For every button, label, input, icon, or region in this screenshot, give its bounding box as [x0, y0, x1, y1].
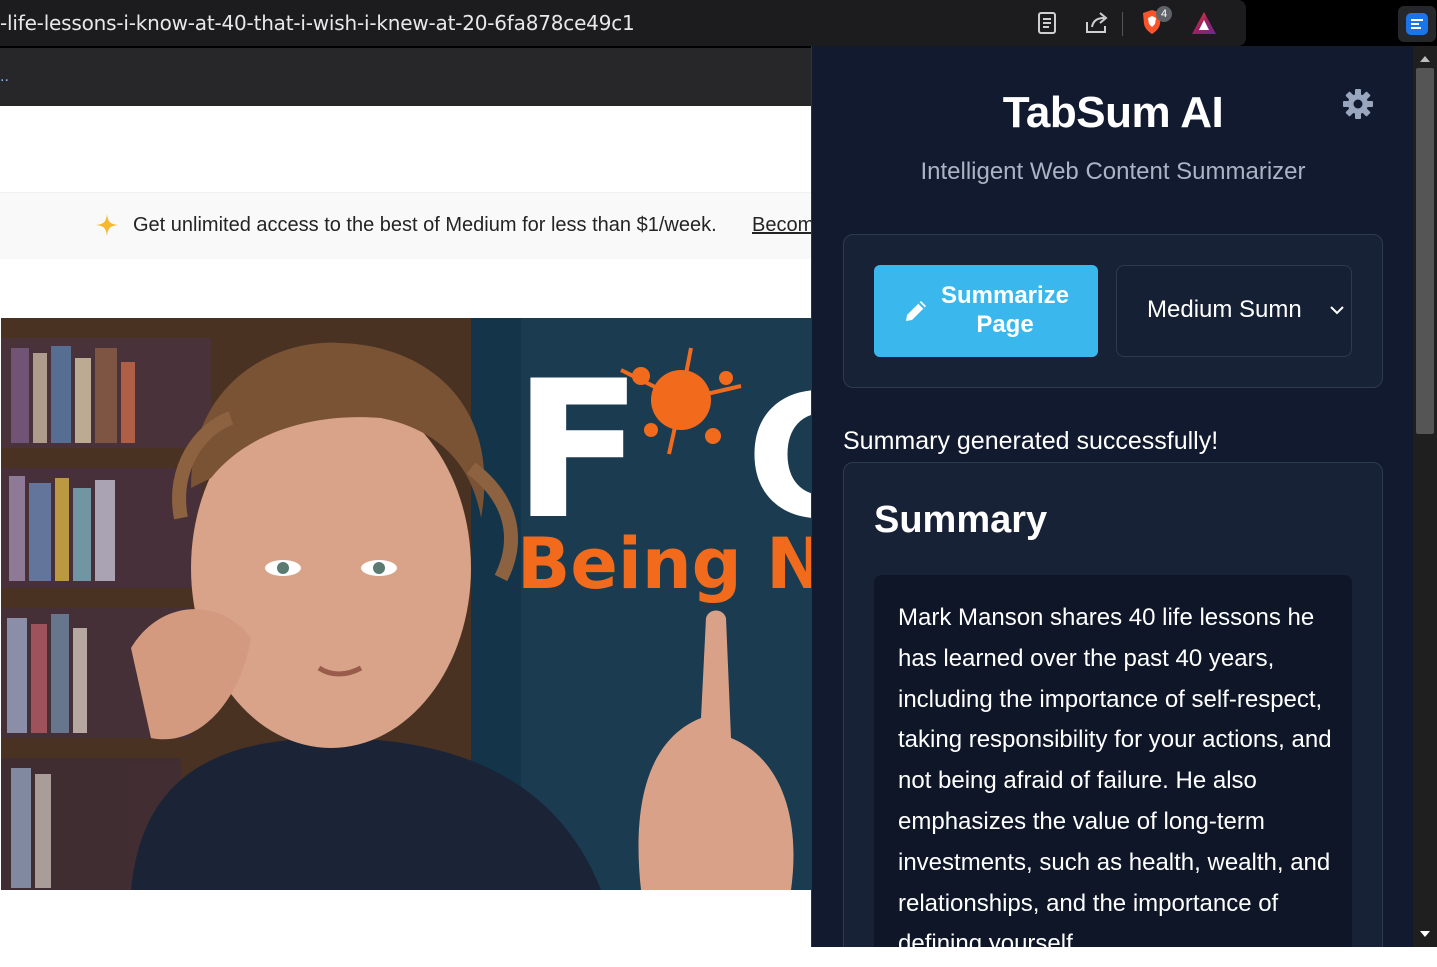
summary-mode-value: Medium Sumn [1147, 296, 1302, 323]
summary-mode-select[interactable]: Medium Sumn [1116, 265, 1352, 357]
scroll-down-arrow-icon[interactable] [1419, 929, 1431, 939]
summary-text: Mark Manson shares 40 life lessons he ha… [898, 604, 1332, 947]
url-text[interactable]: -life-lessons-i-know-at-40-that-i-wish-i… [0, 11, 635, 35]
summary-content-box: Mark Manson shares 40 life lessons he ha… [874, 575, 1352, 947]
pencil-icon [906, 301, 926, 321]
membership-promo-banner: Get unlimited access to the best of Medi… [0, 193, 811, 259]
summarize-button-label: Summarize Page [940, 282, 1070, 338]
bookmarks-bar: .. [0, 48, 811, 106]
medium-header [0, 106, 811, 193]
brave-rewards-icon[interactable] [1190, 10, 1218, 36]
summary-card: Summary Mark Manson shares 40 life lesso… [843, 462, 1383, 947]
gear-icon[interactable] [1341, 87, 1375, 121]
promo-text: Get unlimited access to the best of Medi… [133, 214, 717, 236]
controls-card: Summarize Page Medium Sumn [843, 234, 1383, 388]
status-message: Summary generated successfully! [843, 427, 1219, 455]
app-title: TabSum AI [1002, 88, 1224, 137]
brave-badge-count: 4 [1156, 6, 1172, 22]
summarize-page-button[interactable]: Summarize Page [874, 265, 1098, 357]
share-icon[interactable] [1084, 10, 1110, 36]
window-bottom-edge [811, 947, 1437, 967]
panel-scrollbar[interactable] [1413, 46, 1437, 947]
tabsum-extension-icon [1406, 13, 1428, 35]
scroll-up-arrow-icon[interactable] [1419, 54, 1431, 64]
hero-image-illustration: F C Being No [1, 318, 811, 890]
chevron-down-icon [1330, 306, 1344, 315]
tabsum-side-panel: TabSum AI Intelligent Web Content Summar… [811, 46, 1414, 947]
hero-subtitle-text: Being No [517, 523, 811, 605]
sparkle-icon [96, 214, 118, 236]
scrollbar-thumb[interactable] [1416, 68, 1434, 434]
toolbar-divider [1122, 12, 1123, 36]
article-hero-image: F C Being No [1, 318, 811, 890]
browser-toolbar: -life-lessons-i-know-at-40-that-i-wish-i… [0, 0, 1437, 48]
reader-mode-icon[interactable] [1034, 10, 1060, 36]
become-member-link[interactable]: Becom [752, 214, 811, 237]
summary-heading: Summary [874, 499, 1048, 541]
tabsum-extension-button[interactable] [1398, 6, 1436, 42]
medium-article-page: Get unlimited access to the best of Medi… [0, 106, 811, 967]
app-subtitle: Intelligent Web Content Summarizer [920, 158, 1306, 185]
bookmarks-overflow[interactable]: .. [0, 68, 9, 86]
